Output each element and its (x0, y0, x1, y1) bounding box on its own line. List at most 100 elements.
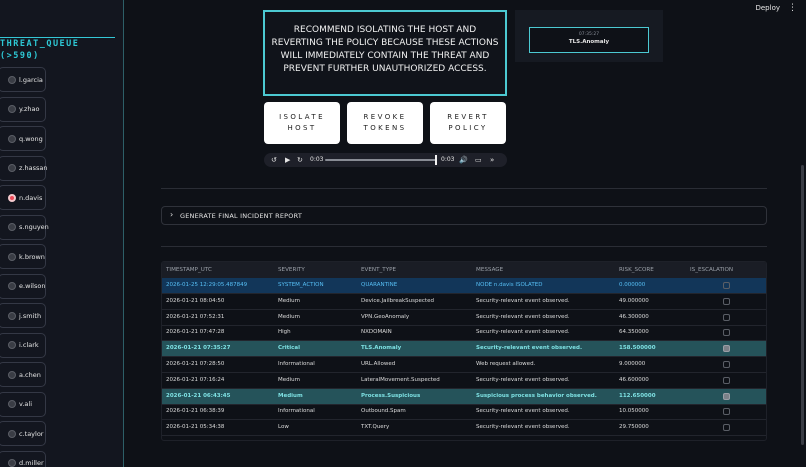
table-cell: Security-relevant event observed. (476, 329, 570, 336)
cast-icon[interactable]: ▭ (475, 155, 482, 165)
queue-user-button[interactable]: a.chen (0, 362, 46, 387)
column-header[interactable]: RISK_SCORE (619, 267, 654, 273)
status-dot-icon (8, 311, 16, 320)
play-icon[interactable]: ▶ (285, 155, 290, 165)
table-cell: Suspicious process behavior observed. (476, 392, 597, 399)
escalation-checkbox[interactable] (723, 282, 730, 289)
progress-knob[interactable] (435, 155, 437, 165)
revert-policy-button[interactable]: REVERT POLICY (430, 102, 506, 144)
queue-user-button[interactable]: v.ali (0, 391, 46, 417)
table-cell: 46.300000 (619, 313, 649, 320)
queue-user-button[interactable]: z.hassan (0, 155, 47, 181)
escalation-checkbox[interactable] (723, 361, 730, 368)
selected-event-name: TLS.Anomaly (568, 39, 610, 45)
column-header[interactable]: TIMESTAMP_UTC (166, 267, 212, 273)
table-row[interactable]: 2026-01-21 07:52:31 Medium VPN.GeoAnomaly S… (162, 310, 766, 326)
queue-user-button[interactable]: l.garcia (0, 67, 46, 92)
duration: 0:03 (441, 156, 455, 163)
queue-user-label: d.miller (19, 459, 44, 467)
table-row[interactable]: 2026-01-21 05:34:38 Low TXT.Query Security-… (162, 420, 766, 437)
column-header[interactable]: MESSAGE (476, 267, 503, 273)
table-cell: 46.600000 (619, 376, 649, 383)
status-dot-icon (8, 134, 16, 143)
queue-user-button[interactable]: y.zhao (0, 96, 46, 122)
deploy-button[interactable]: Deploy (755, 4, 780, 12)
table-cell: Security-relevant event observed. (476, 313, 570, 320)
table-cell: Security-relevant event observed. (476, 297, 570, 304)
table-cell: 2026-01-21 07:52:31 (166, 313, 225, 320)
table-cell: 112.650000 (619, 392, 656, 399)
event-preview-panel: 07:35:27 TLS.Anomaly (515, 10, 663, 62)
status-dot-icon (8, 341, 16, 349)
queue-user-button[interactable]: n.davis (0, 185, 46, 210)
table-cell: Process.Suspicious (361, 392, 421, 399)
column-header[interactable]: EVENT_TYPE (361, 267, 396, 273)
table-row[interactable]: 2026-01-21 06:43:45 Medium Process.Suspici… (162, 388, 766, 405)
status-dot-icon (8, 223, 16, 231)
table-row[interactable]: 2026-01-25 12:29:05.487849 SYSTEM_ACTION Q… (162, 278, 766, 294)
table-cell: Device.JailbreakSuspected (361, 297, 434, 304)
column-header[interactable]: SEVERITY (278, 267, 305, 273)
table-row[interactable]: 2026-01-21 08:04:50 Medium Device.Jailbrea… (162, 294, 766, 310)
divider (161, 188, 767, 189)
escalation-checkbox[interactable] (723, 424, 730, 432)
escalation-checkbox[interactable] (723, 376, 730, 384)
queue-user-label: e.wilson (19, 282, 46, 290)
table-row[interactable]: 2026-01-21 07:47:28 High NXDOMAIN Security-… (162, 325, 766, 342)
revoke-tokens-button[interactable]: REVOKE TOKENS (347, 102, 423, 144)
queue-user-button[interactable]: k.brown (0, 244, 46, 269)
event-table: TIMESTAMP_UTC SEVERITY EVENT_TYPE MESSAG… (161, 261, 767, 441)
recommendation-box: RECOMMEND ISOLATING THE HOST AND REVERTI… (263, 10, 507, 96)
table-cell: TLS.Anomaly (361, 345, 402, 352)
table-cell: QUARANTINE (361, 282, 398, 288)
table-cell: High (278, 329, 291, 336)
escalation-checkbox[interactable] (723, 345, 730, 353)
queue-user-button[interactable]: e.wilson (0, 273, 46, 299)
escalation-checkbox[interactable] (723, 313, 730, 321)
table-row[interactable]: 2026-01-21 07:28:50 Informational URL.Allo… (162, 357, 766, 373)
table-cell: Security-relevant event observed. (476, 376, 570, 383)
queue-user-label: n.davis (19, 193, 43, 202)
table-cell: Medium (278, 392, 303, 399)
table-cell: Outbound.Spam (361, 408, 406, 415)
queue-user-button[interactable]: c.taylor (0, 421, 46, 446)
column-header[interactable]: IS_ESCALATION (690, 267, 733, 273)
table-row[interactable]: 2026-01-21 06:38:39 Informational Outbound… (162, 404, 766, 421)
queue-user-button[interactable]: s.nguyen (0, 214, 49, 240)
incident-report-expander[interactable]: › GENERATE FINAL INCIDENT REPORT (161, 206, 767, 225)
table-cell: 49.000000 (619, 297, 649, 304)
table-row[interactable]: 2026-01-21 07:16:24 Medium LateralMovement… (162, 373, 766, 389)
table-cell: Web request allowed. (476, 361, 536, 367)
expander-label: GENERATE FINAL INCIDENT REPORT (180, 212, 303, 220)
kebab-menu-icon[interactable]: ⋮ (788, 3, 797, 13)
queue-user-button[interactable]: j.smith (0, 303, 46, 328)
table-cell: 2026-01-21 05:34:38 (166, 424, 225, 431)
recommendation-text: RECOMMEND ISOLATING THE HOST AND REVERTI… (271, 25, 499, 74)
table-row[interactable]: 2026-01-21 07:35:27 Critical TLS.Anomaly Se… (162, 341, 766, 358)
isolate-host-button[interactable]: ISOLATE HOST (264, 102, 340, 144)
table-cell: Medium (278, 297, 300, 304)
volume-icon[interactable]: 🔊 (459, 155, 468, 165)
current-time: 0:03 (310, 156, 324, 163)
status-dot-icon (8, 164, 16, 172)
table-cell: Medium (278, 376, 300, 383)
status-dot-icon (8, 105, 16, 113)
scrollbar[interactable] (801, 165, 804, 445)
table-cell: 158.500000 (619, 345, 656, 352)
queue-user-button[interactable]: i.clark (0, 332, 46, 358)
queue-user-button[interactable]: q.wong (0, 126, 46, 151)
table-cell: 29.750000 (619, 424, 649, 431)
progress-track[interactable] (325, 159, 437, 161)
escalation-checkbox[interactable] (723, 392, 730, 400)
forward-icon[interactable]: ↻ (297, 155, 303, 165)
queue-user-button[interactable]: d.miller (0, 450, 46, 467)
rewind-icon[interactable]: ↺ (271, 155, 277, 165)
skip-icon[interactable]: » (490, 155, 494, 165)
status-dot-icon (8, 400, 16, 408)
table-cell: 2026-01-25 12:29:05.487849 (166, 282, 248, 288)
escalation-checkbox[interactable] (723, 329, 730, 337)
selected-event-card[interactable]: 07:35:27 TLS.Anomaly (529, 27, 649, 53)
escalation-checkbox[interactable] (723, 408, 730, 416)
escalation-checkbox[interactable] (723, 297, 730, 305)
status-dot-icon (8, 75, 16, 84)
